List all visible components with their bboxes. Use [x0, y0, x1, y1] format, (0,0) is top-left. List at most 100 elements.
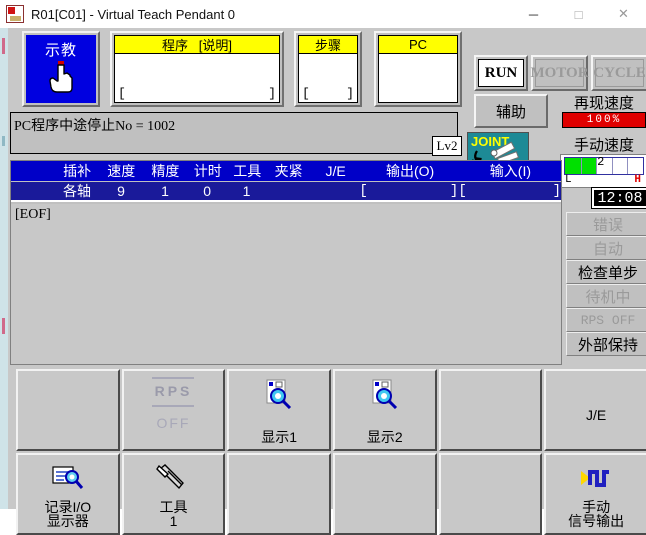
- robot-app-icon: [6, 5, 24, 23]
- program-panel-body: [ ]: [115, 54, 279, 102]
- left-edge-strip: [0, 28, 8, 509]
- rps-divider-top: [152, 377, 195, 379]
- function-button-manual-signal-label: 手动 信号输出: [568, 498, 624, 529]
- status-error: 错误: [566, 212, 646, 236]
- run-mode-button[interactable]: RUN: [474, 55, 528, 91]
- status-rps-off: RPS OFF: [566, 308, 646, 332]
- column-header-interpolation: 插补: [63, 163, 92, 179]
- level-badge: Lv2: [432, 136, 462, 156]
- function-button-display1-label: 显示1: [261, 429, 298, 446]
- cell-output: [ ]: [359, 183, 458, 199]
- cell-precision: 1: [161, 183, 169, 199]
- step-panel-header: 步骤: [299, 36, 357, 54]
- program-panel-header: 程序 [说明]: [115, 36, 279, 54]
- function-button-tool1[interactable]: 工具 1: [121, 453, 226, 535]
- program-text-body[interactable]: [EOF]: [11, 204, 561, 364]
- cycle-mode-label: CYCLE: [593, 59, 646, 87]
- replay-speed-label: 再现速度: [573, 95, 634, 112]
- function-button-record-io-label: 记录I/O 显示器: [44, 499, 91, 529]
- motor-mode-button[interactable]: MOTOR: [530, 55, 589, 91]
- status-check-step: 检查单步: [566, 260, 646, 284]
- tool1-line2: 1: [169, 513, 178, 530]
- program-panel-face: 程序 [说明] [ ]: [114, 35, 280, 103]
- virtual-teach-pendant-window: R01[C01] - Virtual Teach Pendant 0 ─ □ ✕…: [0, 0, 646, 535]
- function-button-record-io-display[interactable]: 记录I/O 显示器: [16, 453, 120, 535]
- replay-speed-value: 100%: [562, 112, 646, 128]
- manual-signal-line1: 手动: [582, 498, 611, 515]
- status-message-bar: PC程序中途停止No = 1002: [10, 112, 458, 154]
- pendant-inner: 示教 程序 [说明] [ ] 步骤 [] PC RUN MOTOR CYCLE…: [8, 28, 646, 535]
- maximize-icon[interactable]: □: [556, 0, 601, 28]
- column-header-clamp: 夹紧: [274, 163, 303, 179]
- window-controls: ─ □ ✕: [511, 0, 646, 28]
- cell-interpolation: 各轴: [63, 183, 91, 199]
- step-bracket-close: ]: [346, 86, 354, 101]
- rps-divider-bottom: [152, 405, 195, 407]
- tool-wrench-icon: [156, 464, 185, 490]
- column-header-speed: 速度: [107, 163, 136, 179]
- cycle-mode-button[interactable]: CYCLE: [591, 55, 646, 91]
- pc-panel-body: [379, 54, 457, 102]
- cell-speed: 9: [117, 183, 125, 199]
- manual-speed-value: 2: [597, 155, 605, 169]
- program-panel[interactable]: 程序 [说明] [ ]: [110, 31, 284, 107]
- function-button-je-label: J/E: [586, 407, 607, 424]
- pc-panel[interactable]: PC: [374, 31, 462, 107]
- function-button-f10[interactable]: [332, 453, 437, 535]
- manual-speed-gauge-container[interactable]: 2 L H: [560, 154, 646, 188]
- manual-speed-high-label: H: [634, 174, 641, 186]
- pointing-hand-icon: [49, 61, 73, 93]
- step-panel-face: 步骤 [ ]: [298, 35, 358, 103]
- cell-timer: 0: [203, 183, 212, 199]
- step-bracket-open: [: [302, 86, 310, 101]
- rps-label: RPS: [154, 383, 193, 399]
- document-search-icon: [372, 379, 397, 409]
- column-header-precision: 精度: [151, 163, 180, 179]
- edge-mark-mid: [2, 136, 5, 146]
- column-header-tool: 工具: [233, 163, 262, 179]
- status-standby: 待机中: [566, 284, 646, 308]
- column-header-input: 输入(I): [489, 163, 531, 179]
- motor-mode-label: MOTOR: [530, 59, 589, 87]
- function-button-f9[interactable]: [227, 453, 331, 535]
- step-panel-body: [ ]: [299, 54, 357, 102]
- teach-mode-label: 示教: [44, 42, 77, 59]
- table-header-row: 插补 速度 精度 计时 工具 夹紧 J/E 输出(O) 输入(I): [11, 161, 561, 181]
- function-button-grid: RPS OFF 显示1 显示2 J/E 记录I/O 显示器 工具 1 手动 信号…: [16, 369, 646, 535]
- close-icon[interactable]: ✕: [601, 0, 646, 28]
- function-button-f1[interactable]: [16, 369, 120, 451]
- list-search-icon: [52, 466, 83, 489]
- clock-display: 12:08: [591, 187, 646, 209]
- minimize-icon[interactable]: ─: [511, 0, 556, 28]
- function-button-tool1-label: 工具 1: [159, 498, 188, 530]
- function-button-rps-off[interactable]: RPS OFF: [121, 369, 226, 451]
- function-button-f5[interactable]: [438, 369, 543, 451]
- rps-off-label: OFF: [156, 415, 191, 431]
- manual-speed-low-label: L: [565, 174, 572, 186]
- input-bracket-open: [: [458, 183, 467, 199]
- teach-mode-button[interactable]: 示教: [22, 31, 100, 107]
- function-button-manual-signal-output[interactable]: 手动 信号输出: [544, 453, 646, 535]
- function-button-display2-label: 显示2: [366, 429, 403, 446]
- function-button-je[interactable]: J/E: [544, 369, 646, 451]
- tool1-line1: 工具: [159, 498, 188, 515]
- column-header-output: 输出(O): [386, 163, 435, 179]
- table-row[interactable]: 各轴 9 1 0 1 [ ] [ ]: [11, 182, 561, 202]
- manual-speed-label: 手动速度: [573, 137, 634, 154]
- auxiliary-button[interactable]: 辅助: [474, 94, 548, 128]
- pendant-body: 示教 程序 [说明] [ ] 步骤 [] PC RUN MOTOR CYCLE…: [0, 28, 646, 535]
- edge-mark-bottom: [2, 318, 5, 334]
- cell-input: [ ]: [458, 183, 561, 199]
- program-display-area[interactable]: 插补 速度 精度 计时 工具 夹紧 J/E 输出(O) 输入(I) 各轴 9 1…: [10, 160, 562, 365]
- output-bracket-open: [: [359, 183, 368, 199]
- status-indicator-stack: 错误 自动 检查单步 待机中 RPS OFF 外部保持: [566, 212, 646, 356]
- step-panel[interactable]: 步骤 [ ]: [294, 31, 362, 107]
- title-bar: R01[C01] - Virtual Teach Pendant 0 ─ □ ✕: [0, 0, 646, 29]
- function-button-display1[interactable]: 显示1: [227, 369, 331, 451]
- function-button-display2[interactable]: 显示2: [332, 369, 437, 451]
- program-panel-brackets: [ ]: [118, 86, 276, 101]
- status-auto: 自动: [566, 236, 646, 260]
- function-button-f11[interactable]: [438, 453, 543, 535]
- run-mode-label: RUN: [478, 59, 524, 87]
- program-eof-marker: [EOF]: [15, 207, 51, 222]
